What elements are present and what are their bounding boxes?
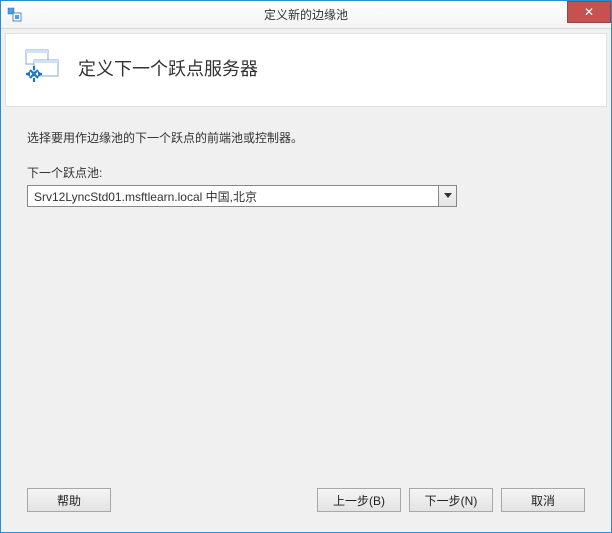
next-button[interactable]: 下一步(N) [409,488,493,512]
chevron-down-icon [438,186,456,206]
help-button[interactable]: 帮助 [27,488,111,512]
instruction-text: 选择要用作边缘池的下一个跃点的前端池或控制器。 [27,129,585,146]
next-hop-pool-label: 下一个跃点池: [27,164,585,181]
titlebar: 定义新的边缘池 ✕ [1,1,611,29]
wizard-window: 定义新的边缘池 ✕ 定义下一个跃点服务器 选择要用作边缘池的下一个跃点的前端池 [0,0,612,533]
close-icon: ✕ [584,5,594,19]
close-button[interactable]: ✕ [567,1,611,23]
button-row: 帮助 上一步(B) 下一步(N) 取消 [5,478,607,528]
page-title: 定义下一个跃点服务器 [78,55,258,81]
content-area: 定义下一个跃点服务器 选择要用作边缘池的下一个跃点的前端池或控制器。 下一个跃点… [1,29,611,532]
wizard-header: 定义下一个跃点服务器 [5,33,607,107]
back-button[interactable]: 上一步(B) [317,488,401,512]
app-icon [7,7,23,23]
window-title: 定义新的边缘池 [1,6,611,23]
next-hop-pool-dropdown[interactable]: Srv12LyncStd01.msftlearn.local 中国,北京 [27,185,457,207]
dropdown-selected-text: Srv12LyncStd01.msftlearn.local 中国,北京 [28,186,438,206]
cancel-button[interactable]: 取消 [501,488,585,512]
server-pool-icon [24,48,64,88]
wizard-body: 选择要用作边缘池的下一个跃点的前端池或控制器。 下一个跃点池: Srv12Lyn… [5,107,607,478]
